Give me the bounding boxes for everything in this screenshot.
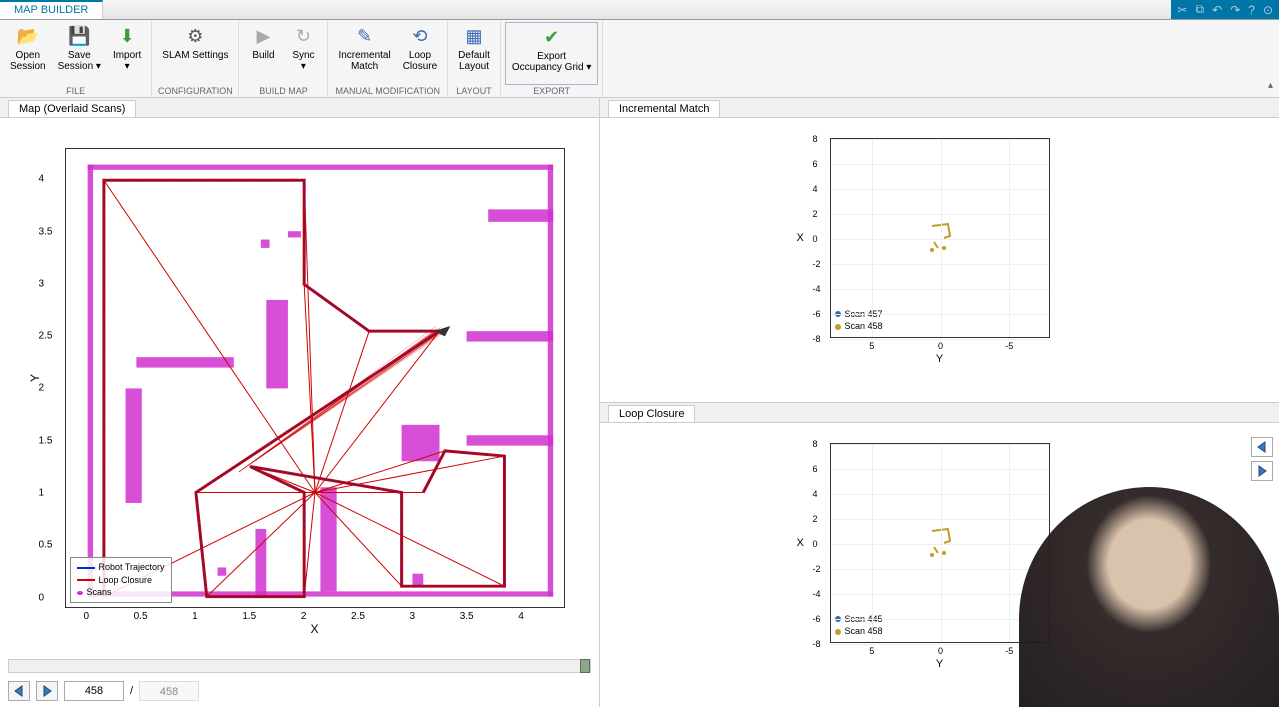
incremental-match-icon: ✎ [353,24,377,48]
map-tab[interactable]: Map (Overlaid Scans) [8,100,136,117]
copy-icon[interactable]: ⧉ [1196,2,1205,17]
prev-frame-button[interactable] [8,681,30,701]
build-icon: ▶ [251,24,275,48]
loop-closure-plot: X Y Scan 445 Scan 458 -8-6-4-20246850-5 [830,443,1050,643]
loop-closure-next-button[interactable] [1251,461,1273,481]
default-layout-icon: ▦ [462,24,486,48]
import-button[interactable]: ⬇Import▾ [107,22,147,85]
incremental-match-tab[interactable]: Incremental Match [608,100,720,117]
map-xlabel: X [310,622,318,636]
cut-icon[interactable]: ✂ [1177,3,1187,17]
titlebar-icons: ✂ ⧉ ↶ ↷ ? ⊙ [1171,0,1279,19]
incremental-match-button[interactable]: ✎IncrementalMatch [332,22,396,85]
sync-icon: ↻ [291,24,315,48]
export-occupancy-button[interactable]: ✔ExportOccupancy Grid ▾ [505,22,599,85]
loop-closure-tab[interactable]: Loop Closure [608,405,695,422]
frame-input[interactable] [64,681,124,701]
slam-settings-icon: ⚙ [183,24,207,48]
frame-slider[interactable] [8,659,591,673]
default-layout-button[interactable]: ▦DefaultLayout [452,22,496,85]
redo-icon[interactable]: ↷ [1230,3,1240,17]
frame-separator: / [130,685,133,697]
sync-button[interactable]: ↻Sync▾ [283,22,323,85]
collapse-ribbon-icon[interactable]: ▴ [1268,80,1273,91]
loop-closure-icon: ⟲ [408,24,432,48]
next-frame-button[interactable] [36,681,58,701]
undo-icon[interactable]: ↶ [1212,3,1222,17]
settings-icon[interactable]: ⊙ [1263,3,1273,17]
save-session-button[interactable]: 💾SaveSession ▾ [52,22,107,85]
export-occupancy-icon: ✔ [540,25,564,49]
import-icon: ⬇ [115,24,139,48]
loop-closure-button[interactable]: ⟲LoopClosure [397,22,443,85]
build-button[interactable]: ▶Build [243,22,283,85]
map-plot: Robot Trajectory Loop Closure Scans [65,148,565,608]
open-session-icon: 📂 [16,24,40,48]
help-icon[interactable]: ? [1248,3,1255,17]
map-legend: Robot Trajectory Loop Closure Scans [70,557,172,603]
app-tab[interactable]: MAP BUILDER [0,0,103,19]
loop-closure-prev-button[interactable] [1251,437,1273,457]
map-ylabel: Y [28,374,42,382]
save-session-icon: 💾 [67,24,91,48]
slam-settings-button[interactable]: ⚙SLAM Settings [156,22,234,85]
incremental-match-plot: X Y Scan 457 Scan 458 -8-6-4-20246850-5 [830,138,1050,338]
open-session-button[interactable]: 📂OpenSession [4,22,52,85]
frame-total: 458 [139,681,199,701]
